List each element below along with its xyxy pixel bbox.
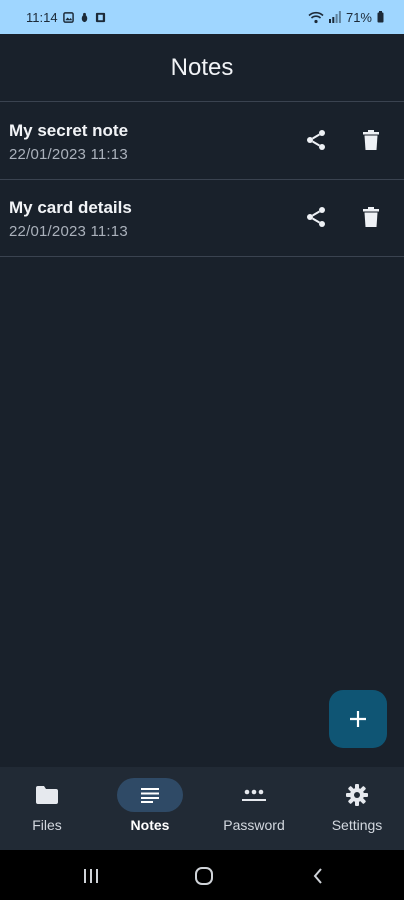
app-bar: Notes — [0, 34, 404, 101]
delete-button[interactable] — [353, 199, 389, 235]
status-bar: 11:14 71% — [0, 0, 404, 34]
nav-label-password: Password — [223, 817, 285, 833]
battery-percent: 71% — [345, 9, 372, 25]
nav-icon-container — [324, 778, 390, 812]
wifi-icon — [308, 11, 324, 23]
nav-item-password[interactable]: Password — [204, 767, 304, 850]
notes-icon — [141, 788, 159, 803]
system-nav-bar — [0, 850, 404, 900]
trash-icon — [363, 130, 379, 150]
password-icon — [242, 789, 266, 801]
app-notification-icon — [95, 12, 105, 22]
gear-icon — [346, 784, 368, 806]
note-date: 22/01/2023 11:13 — [9, 146, 128, 163]
share-icon — [307, 207, 325, 227]
home-button[interactable] — [191, 863, 217, 889]
note-item[interactable]: My secret note 22/01/2023 11:13 — [0, 102, 404, 179]
gallery-notification-icon — [62, 11, 74, 23]
home-icon — [195, 867, 213, 885]
divider — [0, 256, 404, 257]
nav-label-files: Files — [32, 817, 62, 833]
recent-apps-icon — [84, 869, 98, 883]
nav-item-notes[interactable]: Notes — [100, 767, 200, 850]
folder-icon — [36, 786, 58, 804]
recent-apps-button[interactable] — [78, 863, 104, 889]
share-button[interactable] — [298, 122, 334, 158]
delete-button[interactable] — [353, 122, 389, 158]
back-icon — [313, 868, 322, 884]
status-time: 11:14 — [26, 9, 58, 25]
plus-icon — [350, 711, 366, 727]
signal-icon — [328, 11, 341, 23]
nav-icon-container — [117, 778, 183, 812]
trash-icon — [363, 207, 379, 227]
add-note-button[interactable] — [329, 690, 387, 748]
page-title: Notes — [170, 53, 234, 81]
back-button[interactable] — [305, 863, 331, 889]
nav-label-settings: Settings — [331, 817, 383, 833]
battery-icon — [377, 11, 384, 23]
note-title: My card details — [9, 198, 132, 217]
nav-icon-container — [14, 778, 80, 812]
bug-notification-icon — [81, 12, 87, 22]
share-button[interactable] — [298, 199, 334, 235]
nav-icon-container — [221, 778, 287, 812]
note-item[interactable]: My card details 22/01/2023 11:13 — [0, 179, 404, 256]
nav-label-notes: Notes — [130, 817, 170, 833]
note-date: 22/01/2023 11:13 — [9, 223, 128, 240]
bottom-nav: Files Notes Password Settings — [0, 767, 404, 850]
share-icon — [307, 130, 325, 150]
nav-item-settings[interactable]: Settings — [307, 767, 404, 850]
note-title: My secret note — [9, 121, 129, 140]
nav-item-files[interactable]: Files — [0, 767, 97, 850]
